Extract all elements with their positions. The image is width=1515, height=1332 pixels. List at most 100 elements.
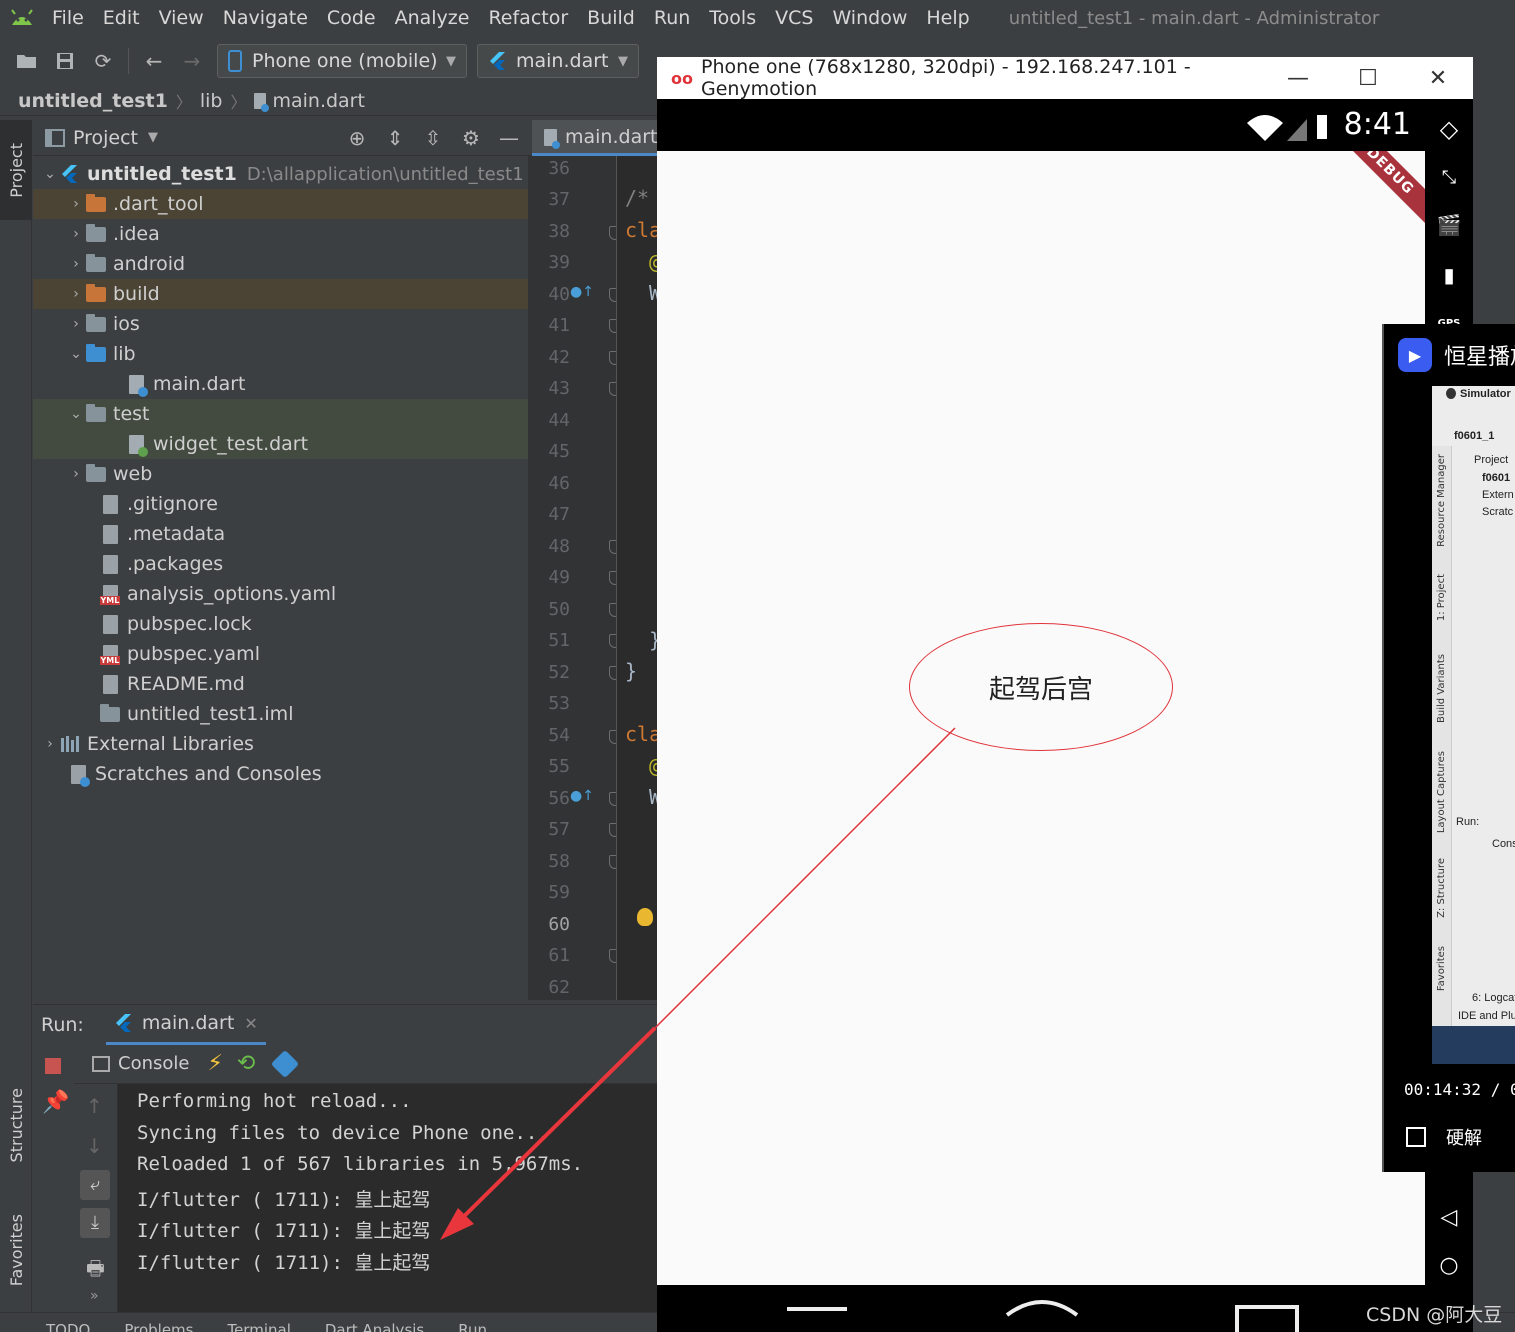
breadcrumb-project[interactable]: untitled_test1 (18, 90, 168, 112)
battery-icon[interactable]: ▮ (1425, 255, 1473, 295)
menu-run[interactable]: Run (646, 7, 701, 29)
sync-icon[interactable]: ⟳ (84, 42, 122, 80)
speech-bubble[interactable]: 起驾后宫 (909, 623, 1173, 751)
terminal-tool-tab[interactable]: Terminal (227, 1321, 290, 1332)
chevron-right-icon[interactable]: › (41, 736, 59, 752)
back-arrow-icon[interactable]: ← (135, 42, 173, 80)
chevron-down-icon[interactable]: ⌄ (67, 346, 85, 362)
hot-reload-icon[interactable]: ⚡ (207, 1051, 222, 1076)
minimize-icon[interactable]: — (1263, 66, 1333, 91)
breadcrumb-main-dart[interactable]: main.dart (272, 90, 364, 112)
tree-item-readme[interactable]: README.md (33, 669, 528, 699)
tree-item-ios[interactable]: › ios (33, 309, 528, 339)
forward-arrow-icon[interactable]: → (173, 42, 211, 80)
chevron-right-icon[interactable]: › (67, 286, 85, 302)
menu-help[interactable]: Help (918, 7, 980, 29)
menu-navigate[interactable]: Navigate (215, 7, 319, 29)
gear-icon[interactable]: ⚙ (452, 126, 490, 150)
chevron-right-icon[interactable]: › (67, 316, 85, 332)
recents-button-icon[interactable] (1227, 1299, 1307, 1332)
soft-wrap-icon[interactable]: ⤶ (80, 1170, 110, 1200)
tree-item-android[interactable]: › android (33, 249, 528, 279)
run-tab-main-dart[interactable]: main.dart ✕ (105, 1005, 266, 1045)
close-icon[interactable]: ✕ (244, 1014, 257, 1033)
tree-item-metadata[interactable]: .metadata (33, 519, 528, 549)
favorites-tool-tab[interactable]: Favorites (0, 1195, 32, 1305)
hw-decode-button[interactable]: 硬解 (1446, 1124, 1482, 1150)
tree-item-build[interactable]: › build (33, 279, 528, 309)
devtools-icon[interactable] (271, 1049, 300, 1078)
stop-icon[interactable] (45, 1058, 61, 1074)
screencast-icon[interactable]: 🎬 (1425, 205, 1473, 245)
chevron-right-icon[interactable]: › (67, 466, 85, 482)
tree-item-web[interactable]: › web (33, 459, 528, 489)
save-all-icon[interactable] (46, 42, 84, 80)
scroll-up-icon[interactable]: ↑ (86, 1094, 103, 1118)
menu-window[interactable]: Window (824, 7, 918, 29)
tree-item-scratches[interactable]: Scratches and Consoles (33, 759, 528, 789)
expand-all-icon[interactable]: ⇕ (376, 126, 414, 150)
tree-item-main-dart[interactable]: main.dart (33, 369, 528, 399)
menu-edit[interactable]: Edit (95, 7, 151, 29)
chevron-down-icon[interactable]: ⌄ (41, 166, 59, 182)
menu-tools[interactable]: Tools (701, 7, 767, 29)
tree-item-dart-tool[interactable]: › .dart_tool (33, 189, 528, 219)
tree-item-packages[interactable]: .packages (33, 549, 528, 579)
todo-tool-tab[interactable]: TODO (46, 1321, 90, 1332)
scroll-to-end-icon[interactable]: ⤓ (80, 1208, 110, 1238)
chevron-right-icon[interactable]: › (67, 196, 85, 212)
menu-analyze[interactable]: Analyze (387, 7, 481, 29)
close-icon[interactable]: ✕ (1403, 66, 1473, 91)
maximize-icon[interactable]: ☐ (1333, 66, 1403, 91)
breadcrumb-lib[interactable]: lib (200, 90, 223, 112)
video-frame[interactable]: Simulator f0601_1 Resource Manager 1: Pr… (1432, 386, 1515, 1064)
tree-item-widget-test[interactable]: widget_test.dart (33, 429, 528, 459)
home-nav-icon[interactable]: ○ (1425, 1245, 1473, 1285)
tree-item-test[interactable]: ⌄ test (33, 399, 528, 429)
chevron-down-icon[interactable]: ▼ (148, 130, 158, 145)
tree-item-pubspec-lock[interactable]: pubspec.lock (33, 609, 528, 639)
menu-code[interactable]: Code (319, 7, 387, 29)
tree-item-idea[interactable]: › .idea (33, 219, 528, 249)
menu-refactor[interactable]: Refactor (480, 7, 579, 29)
tree-root[interactable]: ⌄ untitled_test1 D:\allapplication\untit… (33, 159, 528, 189)
back-button-icon[interactable] (777, 1299, 857, 1332)
more-icon[interactable]: » (90, 1288, 99, 1304)
console-tab-label[interactable]: Console (118, 1053, 189, 1074)
pin-icon[interactable]: 📌 (42, 1090, 69, 1115)
home-button-icon[interactable] (997, 1295, 1087, 1332)
locate-file-icon[interactable]: ⊕ (338, 126, 376, 150)
project-panel-title[interactable]: Project (73, 127, 138, 149)
print-icon[interactable]: 🖶 (86, 1254, 105, 1288)
console-output[interactable]: Performing hot reload... Syncing files t… (118, 1084, 658, 1312)
back-nav-icon[interactable]: ◁ (1425, 1197, 1473, 1237)
dart-analysis-tool-tab[interactable]: Dart Analysis (325, 1321, 424, 1332)
tree-item-pubspec-yaml[interactable]: YML pubspec.yaml (33, 639, 528, 669)
menu-file[interactable]: File (44, 7, 95, 29)
hot-restart-icon[interactable]: ⟲ (237, 1051, 255, 1076)
project-tool-tab[interactable]: Project (0, 120, 32, 220)
rotate-icon[interactable]: ◇ (1425, 109, 1473, 149)
run-config-selector[interactable]: main.dart ▼ (477, 44, 639, 78)
chevron-right-icon[interactable]: › (67, 256, 85, 272)
scroll-down-icon[interactable]: ↓ (86, 1134, 103, 1158)
hide-panel-icon[interactable]: — (490, 126, 528, 150)
pixel-perfect-icon[interactable]: ⤡ (1425, 157, 1473, 197)
chevron-down-icon[interactable]: ⌄ (67, 406, 85, 422)
structure-tool-tab[interactable]: Structure (0, 1070, 32, 1180)
playlist-icon[interactable] (1406, 1127, 1426, 1147)
menu-view[interactable]: View (151, 7, 215, 29)
tree-item-iml[interactable]: untitled_test1.iml (33, 699, 528, 729)
override-marker-icon[interactable]: ●↑ (570, 788, 594, 804)
device-selector[interactable]: Phone one (mobile) ▼ (217, 44, 467, 78)
problems-tool-tab[interactable]: Problems (124, 1321, 193, 1332)
override-marker-icon[interactable]: ●↑ (570, 284, 594, 300)
code-editor[interactable]: /* cla @ W } } cla @ W (616, 156, 658, 1000)
editor-tab-main-dart[interactable]: main.dart (532, 120, 662, 156)
menu-build[interactable]: Build (579, 7, 646, 29)
chevron-right-icon[interactable]: › (67, 226, 85, 242)
tree-item-lib[interactable]: ⌄ lib (33, 339, 528, 369)
menu-vcs[interactable]: VCS (767, 7, 824, 29)
lightbulb-icon[interactable] (637, 908, 653, 926)
open-folder-icon[interactable] (8, 42, 46, 80)
